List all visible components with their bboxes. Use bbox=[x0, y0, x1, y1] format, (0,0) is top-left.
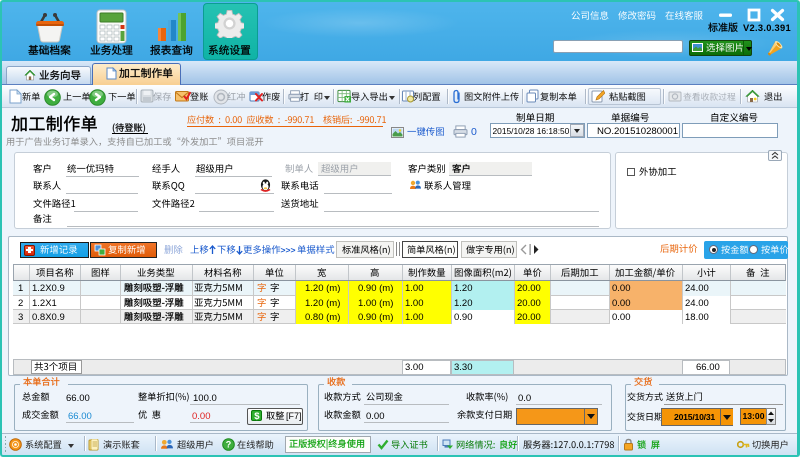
svg-text:?: ? bbox=[226, 440, 232, 450]
